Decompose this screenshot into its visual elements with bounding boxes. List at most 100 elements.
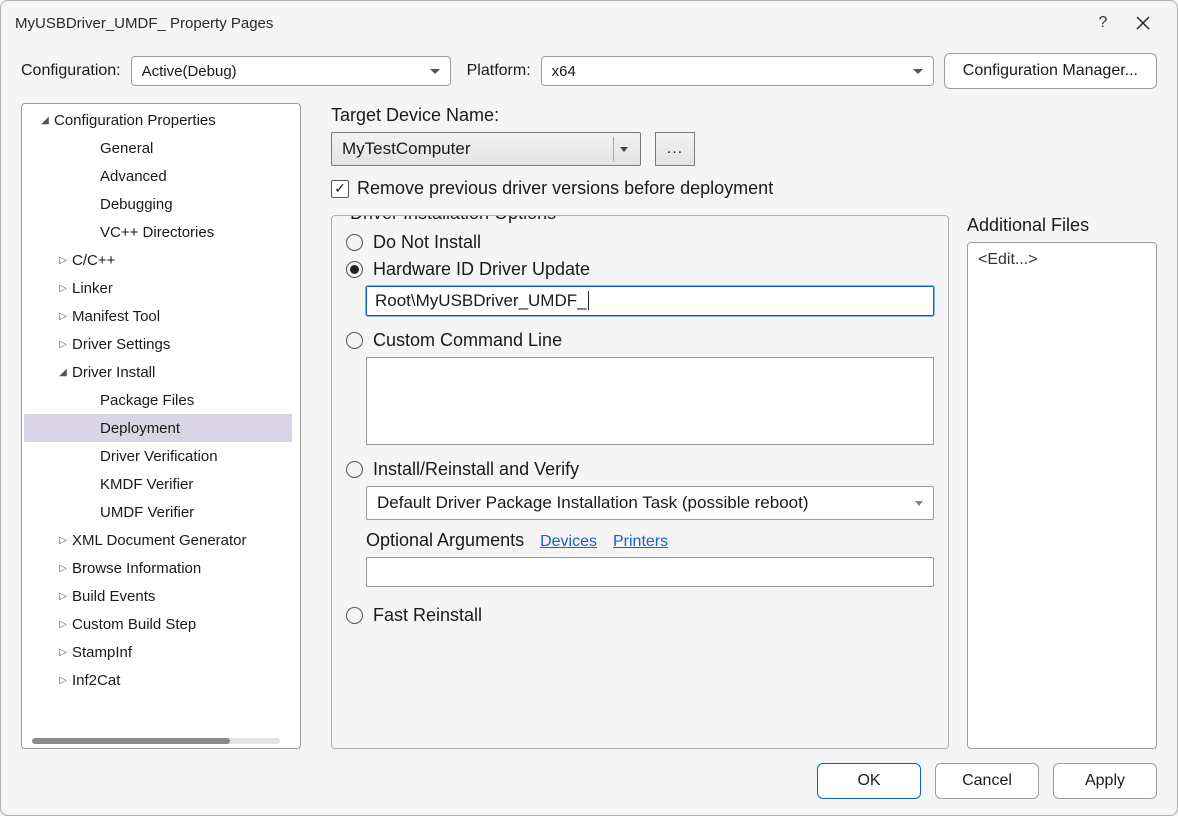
radio-fast-reinstall[interactable]: Fast Reinstall (346, 605, 934, 626)
tree-item-label: Driver Verification (100, 448, 218, 465)
radio-custom-cmdline[interactable]: Custom Command Line (346, 330, 934, 351)
help-button[interactable]: ? (1083, 8, 1123, 38)
nav-tree[interactable]: ◢Configuration Properties General Advanced… (24, 106, 292, 734)
tree-item[interactable]: UMDF Verifier (24, 498, 292, 526)
cancel-button[interactable]: Cancel (935, 763, 1039, 799)
main-panel: Target Device Name: MyTestComputer ... ✓… (331, 103, 1157, 749)
nav-tree-container: ◢Configuration Properties General Advanced… (21, 103, 301, 749)
tree-item-label: Advanced (100, 168, 167, 185)
tree-item[interactable]: General (24, 134, 292, 162)
chevron-down-icon (620, 147, 628, 152)
tree-item[interactable]: ▷C/C++ (24, 246, 292, 274)
remove-previous-checkbox[interactable]: ✓ (331, 180, 349, 198)
configuration-manager-button[interactable]: Configuration Manager... (944, 53, 1157, 89)
tree-item-label: KMDF Verifier (100, 476, 193, 493)
tree-item[interactable]: ▷Manifest Tool (24, 302, 292, 330)
optional-arguments-label: Optional Arguments (366, 530, 524, 551)
configuration-combo[interactable]: Active(Debug) (131, 56, 451, 86)
target-device-combo[interactable]: MyTestComputer (331, 132, 641, 166)
tree-item[interactable]: VC++ Directories (24, 218, 292, 246)
ok-button[interactable]: OK (817, 763, 921, 799)
remove-previous-row[interactable]: ✓ Remove previous driver versions before… (331, 178, 1157, 199)
hardware-id-input[interactable]: Root\MyUSBDriver_UMDF_ (366, 286, 934, 316)
radio-hardware-id[interactable]: Hardware ID Driver Update (346, 259, 934, 280)
dialog-footer: OK Cancel Apply (1, 749, 1177, 815)
platform-label: Platform: (467, 62, 531, 80)
tree-item-label: Build Events (72, 588, 155, 605)
radio-icon (346, 461, 363, 478)
tree-arrow-icon: ▷ (56, 675, 70, 686)
tree-arrow-icon: ▷ (56, 255, 70, 266)
window-title: MyUSBDriver_UMDF_ Property Pages (15, 15, 1083, 32)
tree-item[interactable]: ▷StampInf (24, 638, 292, 666)
text-caret (588, 291, 589, 310)
tree-item-label: General (100, 140, 153, 157)
devices-link[interactable]: Devices (540, 533, 597, 551)
tree-item-label: Package Files (100, 392, 194, 409)
tree-item[interactable]: KMDF Verifier (24, 470, 292, 498)
property-pages-dialog: MyUSBDriver_UMDF_ Property Pages ? Confi… (0, 0, 1178, 816)
tree-item[interactable]: ▷XML Document Generator (24, 526, 292, 554)
configuration-value: Active(Debug) (142, 63, 237, 80)
platform-combo[interactable]: x64 (541, 56, 934, 86)
tree-item-label: Inf2Cat (72, 672, 120, 689)
tree-arrow-icon: ▷ (56, 647, 70, 658)
target-device-label: Target Device Name: (331, 105, 1157, 126)
tree-item-label: UMDF Verifier (100, 504, 194, 521)
tree-arrow-icon: ▷ (56, 283, 70, 294)
optional-arguments-input[interactable] (366, 557, 934, 587)
tree-item[interactable]: Deployment (24, 414, 292, 442)
apply-button[interactable]: Apply (1053, 763, 1157, 799)
platform-value: x64 (552, 63, 576, 80)
tree-item-label: Driver Settings (72, 336, 170, 353)
tree-item[interactable]: Advanced (24, 162, 292, 190)
config-row: Configuration: Active(Debug) Platform: x… (1, 45, 1177, 99)
tree-item[interactable]: ▷Linker (24, 274, 292, 302)
tree-item[interactable]: Driver Verification (24, 442, 292, 470)
close-button[interactable] (1123, 8, 1163, 38)
tree-hscroll-thumb[interactable] (32, 738, 230, 744)
target-device-value: MyTestComputer (342, 139, 470, 159)
tree-item-label: Browse Information (72, 560, 201, 577)
tree-arrow-icon: ▷ (56, 311, 70, 322)
remove-previous-label: Remove previous driver versions before d… (357, 178, 773, 199)
configuration-label: Configuration: (21, 62, 121, 80)
additional-files-box[interactable]: <Edit...> (967, 242, 1157, 749)
tree-item[interactable]: ▷Inf2Cat (24, 666, 292, 694)
driver-install-options-group: Driver Installation Options Do Not Insta… (331, 215, 949, 749)
tree-arrow-icon: ▷ (56, 619, 70, 630)
tree-item[interactable]: ▷Custom Build Step (24, 610, 292, 638)
tree-item[interactable]: ▷Browse Information (24, 554, 292, 582)
radio-icon (346, 261, 363, 278)
dialog-body: ◢Configuration Properties General Advanced… (1, 99, 1177, 749)
tree-arrow-icon: ◢ (56, 367, 70, 378)
tree-item-label: XML Document Generator (72, 532, 247, 549)
tree-item[interactable]: ▷Build Events (24, 582, 292, 610)
printers-link[interactable]: Printers (613, 533, 668, 551)
tree-hscrollbar[interactable] (32, 738, 280, 744)
radio-do-not-install[interactable]: Do Not Install (346, 232, 934, 253)
tree-arrow-icon: ◢ (38, 115, 52, 126)
tree-item-label: Debugging (100, 196, 173, 213)
tree-arrow-icon: ▷ (56, 591, 70, 602)
tree-item[interactable]: Package Files (24, 386, 292, 414)
browse-target-button[interactable]: ... (655, 132, 695, 166)
tree-arrow-icon: ▷ (56, 535, 70, 546)
tree-item[interactable]: ◢Configuration Properties (24, 106, 292, 134)
driver-install-options-legend: Driver Installation Options (344, 215, 562, 224)
tree-item-label: C/C++ (72, 252, 115, 269)
tree-item[interactable]: ◢Driver Install (24, 358, 292, 386)
tree-item-label: Linker (72, 280, 113, 297)
titlebar: MyUSBDriver_UMDF_ Property Pages ? (1, 1, 1177, 45)
additional-files-label: Additional Files (967, 215, 1157, 236)
custom-cmdline-input[interactable] (366, 357, 934, 445)
tree-arrow-icon: ▷ (56, 563, 70, 574)
tree-item-label: VC++ Directories (100, 224, 214, 241)
radio-install-verify[interactable]: Install/Reinstall and Verify (346, 459, 934, 480)
tree-item[interactable]: ▷Driver Settings (24, 330, 292, 358)
tree-arrow-icon: ▷ (56, 339, 70, 350)
additional-files-panel: Additional Files <Edit...> (967, 215, 1157, 749)
install-task-combo[interactable]: Default Driver Package Installation Task… (366, 486, 934, 520)
tree-item-label: Deployment (100, 420, 180, 437)
tree-item[interactable]: Debugging (24, 190, 292, 218)
